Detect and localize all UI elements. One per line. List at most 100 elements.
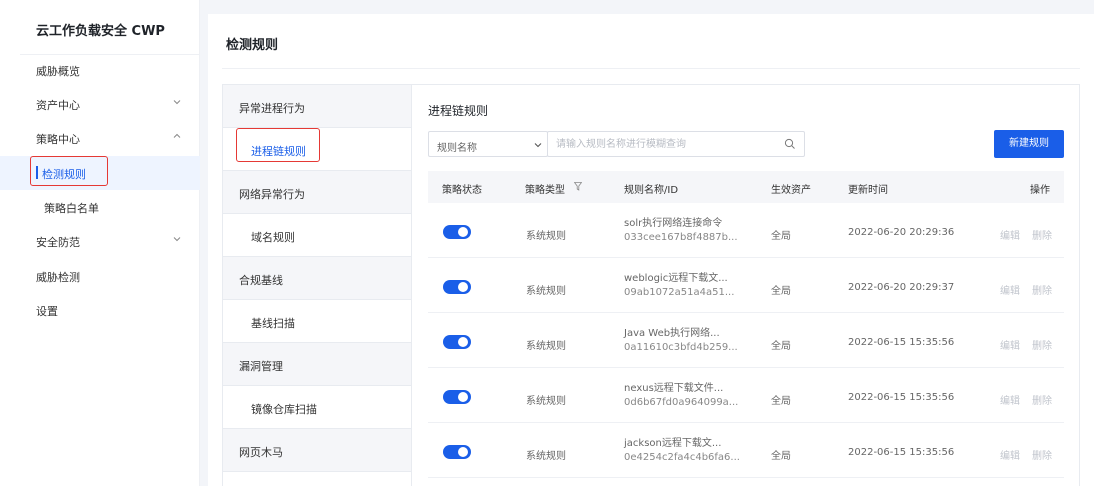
edit-link[interactable]: 编辑 [1000,392,1020,407]
category-label: 网页木马 [239,446,283,459]
rule-type: 系统规则 [526,286,566,297]
category-label: 镜像仓库扫描 [251,403,317,416]
status-toggle[interactable] [443,280,471,294]
category-label: 网络异常行为 [239,188,305,201]
status-toggle[interactable] [443,225,471,239]
delete-link[interactable]: 删除 [1032,227,1052,242]
sidebar-item-label: 资产中心 [36,99,80,112]
rule-name[interactable]: jackson远程下载文... [624,434,721,449]
sidebar-item-security-defense[interactable]: 安全防范 [0,224,200,258]
field-select[interactable]: 规则名称 [428,131,548,157]
update-time: 2022-06-20 20:29:36 [848,227,955,238]
rule-name[interactable]: nexus远程下载文件... [624,379,723,394]
category-group-abnormal-process[interactable]: 异常进程行为 [223,85,411,128]
table-row: 系统规则 nexus远程下载文件... 0d6b67fd0a964099a...… [428,368,1064,423]
app-title: 云工作负载安全 CWP [36,24,165,39]
edit-link[interactable]: 编辑 [1000,337,1020,352]
delete-link[interactable]: 删除 [1032,282,1052,297]
left-background [200,0,208,486]
sidebar-item-policy-center[interactable]: 策略中心 [0,121,200,155]
chevron-down-icon [173,100,181,105]
filter-icon[interactable] [574,182,582,191]
new-rule-button[interactable]: 新建规则 [994,130,1064,158]
rule-type: 系统规则 [526,451,566,462]
table-row: 系统规则 solr执行网络连接命令 033cee167b8f4887b... 全… [428,203,1064,258]
search-icon[interactable] [784,138,796,150]
rule-type: 系统规则 [526,341,566,352]
category-label: 漏洞管理 [239,360,283,373]
sidebar-item-label: 设置 [36,305,58,318]
rule-name[interactable]: Java Web执行网络... [624,324,720,339]
sidebar-item-label: 策略白名单 [44,202,99,215]
app-root: 云工作负载安全 CWP 威胁概览 资产中心 策略中心 检测规则 策略白名单 安全… [0,0,1094,486]
category-label: 基线扫描 [251,317,295,330]
sidebar-item-label: 安全防范 [36,236,80,249]
sidebar-item-label: 威胁概览 [36,65,80,78]
rule-id: 0d6b67fd0a964099a... [624,397,739,408]
page-title: 检测规则 [226,38,279,53]
edit-link[interactable]: 编辑 [1000,282,1020,297]
field-select-value: 规则名称 [437,143,477,154]
category-label: 合规基线 [239,274,283,287]
sidebar-item-label: 威胁检测 [36,271,80,284]
sidebar: 云工作负载安全 CWP 威胁概览 资产中心 策略中心 检测规则 策略白名单 安全… [0,0,200,486]
status-toggle[interactable] [443,390,471,404]
sidebar-item-threat-overview[interactable]: 威胁概览 [0,53,200,87]
status-toggle[interactable] [443,445,471,459]
category-item-image-registry-scan[interactable]: 镜像仓库扫描 [223,386,411,429]
category-item-domain-rules[interactable]: 域名规则 [223,214,411,257]
status-toggle[interactable] [443,335,471,349]
category-label: 域名规则 [251,231,295,244]
rule-name[interactable]: weblogic远程下载文... [624,269,728,284]
rule-name[interactable]: solr执行网络连接命令 [624,214,722,229]
delete-link[interactable]: 删除 [1032,392,1052,407]
effective-asset: 全局 [771,286,791,297]
update-time: 2022-06-15 15:35:56 [848,447,955,458]
delete-link[interactable]: 删除 [1032,447,1052,462]
rule-id: 0a11610c3bfd4b259... [624,342,738,353]
top-background [200,0,1094,14]
toggle-knob [458,282,468,292]
category-group-webshell[interactable]: 网页木马 [223,429,411,472]
edit-link[interactable]: 编辑 [1000,447,1020,462]
edit-link[interactable]: 编辑 [1000,227,1020,242]
effective-asset: 全局 [771,451,791,462]
category-group-vuln-management[interactable]: 漏洞管理 [223,343,411,386]
sidebar-item-threat-detection[interactable]: 威胁检测 [0,259,200,293]
table-header: 策略状态 策略类型 规则名称/ID 生效资产 更新时间 操作 [428,171,1064,203]
content-panel: 进程链规则 规则名称 新建规则 策略状态 策略类型 规则名称/ID 生效资产 更… [412,84,1080,486]
column-header-asset: 生效资产 [771,185,811,196]
table-row: 系统规则 weblogic远程下载文... 09ab1072a51a4a51..… [428,258,1064,313]
highlight-box [30,156,108,186]
rule-type: 系统规则 [526,231,566,242]
update-time: 2022-06-20 20:29:37 [848,282,955,293]
column-header-status: 策略状态 [442,185,482,196]
search-input[interactable] [547,131,805,157]
rule-id: 0e4254c2fa4c4b6fa6... [624,452,740,463]
rule-type: 系统规则 [526,396,566,407]
sidebar-item-policy-whitelist[interactable]: 策略白名单 [0,190,200,224]
table-row: 系统规则 Java Web执行网络... 0a11610c3bfd4b259..… [428,313,1064,368]
toggle-knob [458,392,468,402]
table-row: 系统规则 jackson远程下载文... 0e4254c2fa4c4b6fa6.… [428,423,1064,478]
sidebar-item-label: 策略中心 [36,133,80,146]
chevron-up-icon [173,133,181,138]
category-group-compliance-baseline[interactable]: 合规基线 [223,257,411,300]
sidebar-item-asset-center[interactable]: 资产中心 [0,87,200,121]
category-item-baseline-scan[interactable]: 基线扫描 [223,300,411,343]
column-header-updated: 更新时间 [848,185,888,196]
effective-asset: 全局 [771,231,791,242]
content-title: 进程链规则 [428,104,489,118]
rule-id: 033cee167b8f4887b... [624,232,738,243]
sidebar-item-settings[interactable]: 设置 [0,293,200,327]
column-header-ops: 操作 [1030,185,1050,196]
delete-link[interactable]: 删除 [1032,337,1052,352]
category-group-network-abnormal[interactable]: 网络异常行为 [223,171,411,214]
toggle-knob [458,447,468,457]
chevron-down-icon [534,143,542,148]
toggle-knob [458,337,468,347]
update-time: 2022-06-15 15:35:56 [848,337,955,348]
update-time: 2022-06-15 15:35:56 [848,392,955,403]
divider [222,68,1080,69]
effective-asset: 全局 [771,396,791,407]
